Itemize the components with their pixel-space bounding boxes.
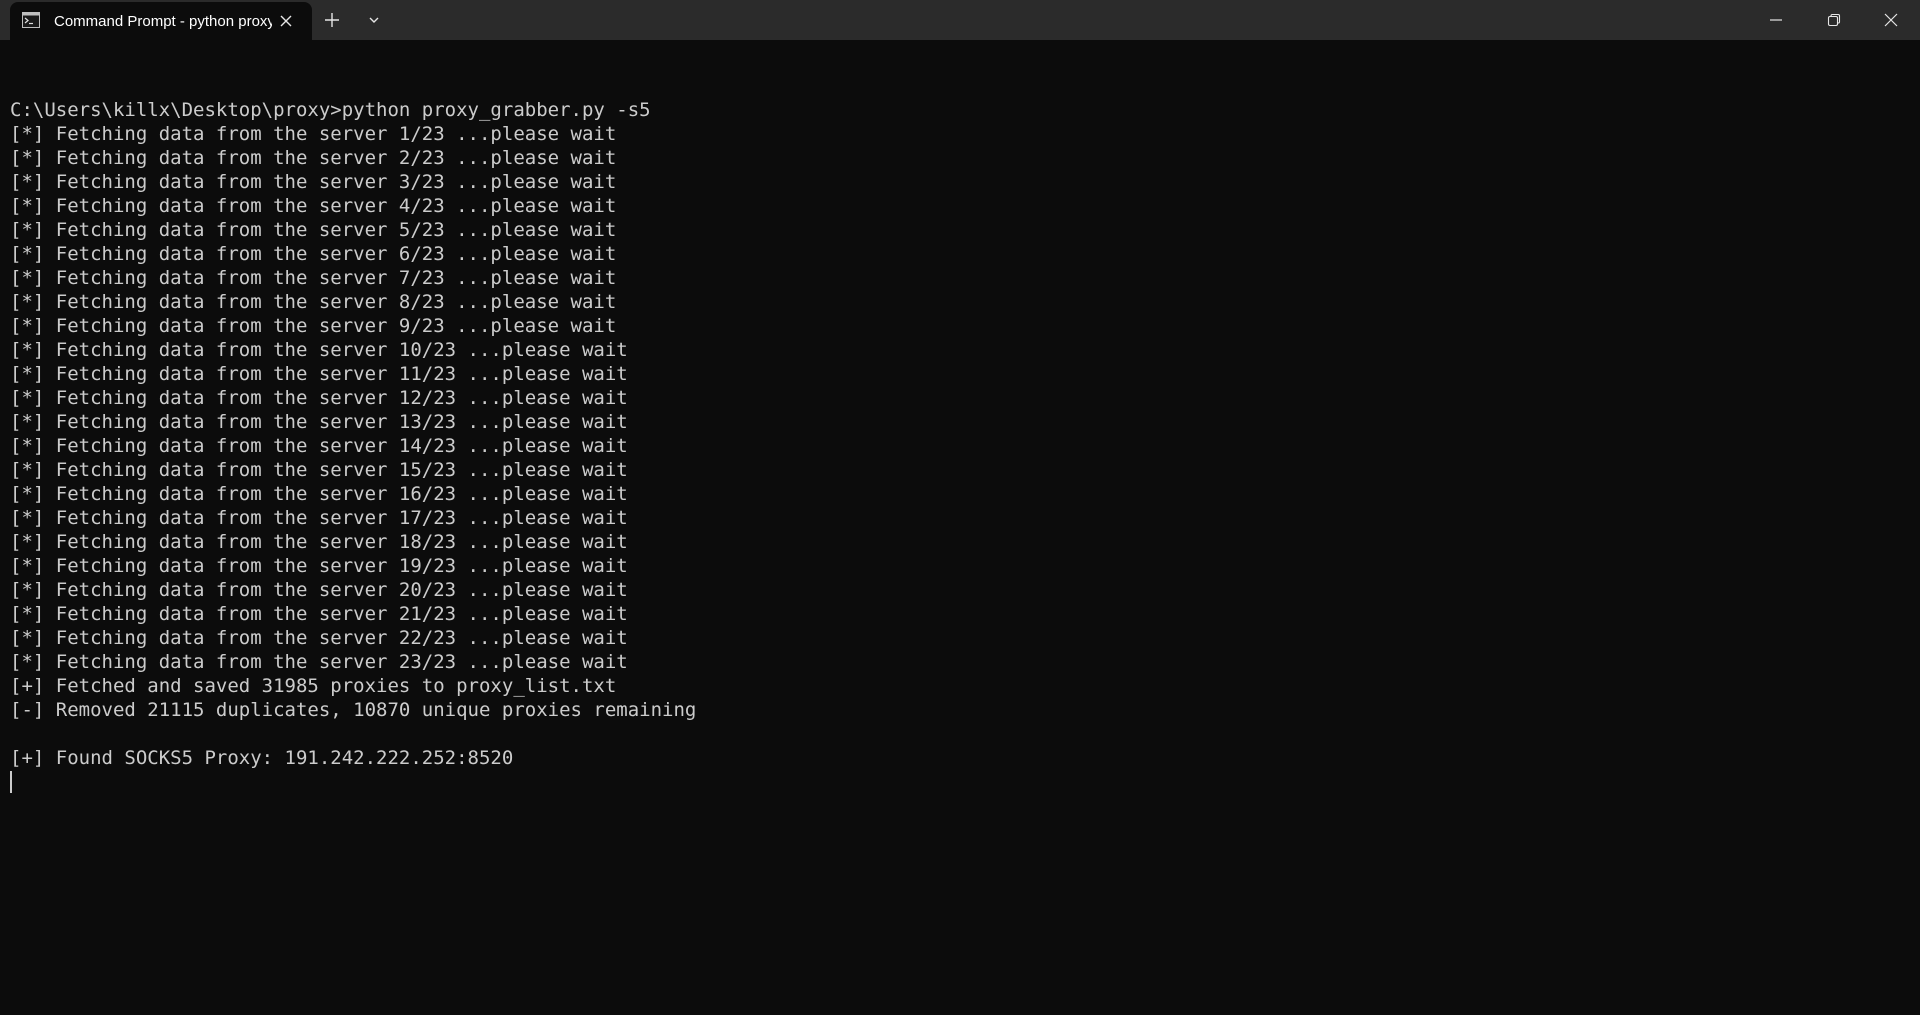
terminal-line: [*] Fetching data from the server 1/23 .… — [10, 123, 617, 145]
terminal-line: [*] Fetching data from the server 21/23 … — [10, 603, 628, 625]
minimize-icon — [1770, 19, 1782, 21]
terminal-line: [+] Found SOCKS5 Proxy: 191.242.222.252:… — [10, 747, 514, 769]
terminal-output[interactable]: C:\Users\killx\Desktop\proxy>python prox… — [0, 40, 1920, 1015]
terminal-line: C:\Users\killx\Desktop\proxy>python prox… — [10, 99, 651, 121]
plus-icon[interactable] — [322, 10, 342, 30]
terminal-line: [*] Fetching data from the server 8/23 .… — [10, 291, 617, 313]
terminal-line: [-] Removed 21115 duplicates, 10870 uniq… — [10, 699, 697, 721]
tab-title: Command Prompt - python proxy_grabber.py… — [54, 13, 272, 30]
command-prompt-icon — [22, 12, 40, 28]
chevron-down-icon[interactable] — [364, 10, 384, 30]
terminal-line: [*] Fetching data from the server 22/23 … — [10, 627, 628, 649]
terminal-line: [*] Fetching data from the server 17/23 … — [10, 507, 628, 529]
restore-button[interactable] — [1805, 0, 1863, 40]
terminal-line: [*] Fetching data from the server 3/23 .… — [10, 171, 617, 193]
terminal-line: [+] Fetched and saved 31985 proxies to p… — [10, 675, 617, 697]
prompt-line — [10, 770, 1920, 794]
tab-command-prompt[interactable]: Command Prompt - python proxy_grabber.py… — [10, 2, 312, 40]
terminal-line: [*] Fetching data from the server 5/23 .… — [10, 219, 617, 241]
terminal-window: Command Prompt - python proxy_grabber.py… — [0, 0, 1920, 1015]
close-icon — [1884, 13, 1898, 27]
title-bar[interactable]: Command Prompt - python proxy_grabber.py… — [0, 0, 1920, 40]
terminal-line: [*] Fetching data from the server 18/23 … — [10, 531, 628, 553]
terminal-line: [*] Fetching data from the server 10/23 … — [10, 339, 628, 361]
terminal-line: [*] Fetching data from the server 15/23 … — [10, 459, 628, 481]
close-window-button[interactable] — [1862, 0, 1920, 40]
terminal-line: [*] Fetching data from the server 20/23 … — [10, 579, 628, 601]
terminal-line: [*] Fetching data from the server 13/23 … — [10, 411, 628, 433]
terminal-line: [*] Fetching data from the server 2/23 .… — [10, 147, 617, 169]
terminal-line: [*] Fetching data from the server 9/23 .… — [10, 315, 617, 337]
terminal-line: [*] Fetching data from the server 23/23 … — [10, 651, 628, 673]
terminal-line: [*] Fetching data from the server 4/23 .… — [10, 195, 617, 217]
close-icon[interactable] — [276, 11, 296, 31]
terminal-line: [*] Fetching data from the server 7/23 .… — [10, 267, 617, 289]
terminal-line: [*] Fetching data from the server 14/23 … — [10, 435, 628, 457]
terminal-line: [*] Fetching data from the server 19/23 … — [10, 555, 628, 577]
text-cursor — [10, 771, 12, 793]
minimize-button[interactable] — [1747, 0, 1805, 40]
terminal-line: [*] Fetching data from the server 6/23 .… — [10, 243, 617, 265]
terminal-line: [*] Fetching data from the server 16/23 … — [10, 483, 628, 505]
restore-icon — [1827, 13, 1841, 27]
terminal-line: [*] Fetching data from the server 12/23 … — [10, 387, 628, 409]
terminal-line: [*] Fetching data from the server 11/23 … — [10, 363, 628, 385]
